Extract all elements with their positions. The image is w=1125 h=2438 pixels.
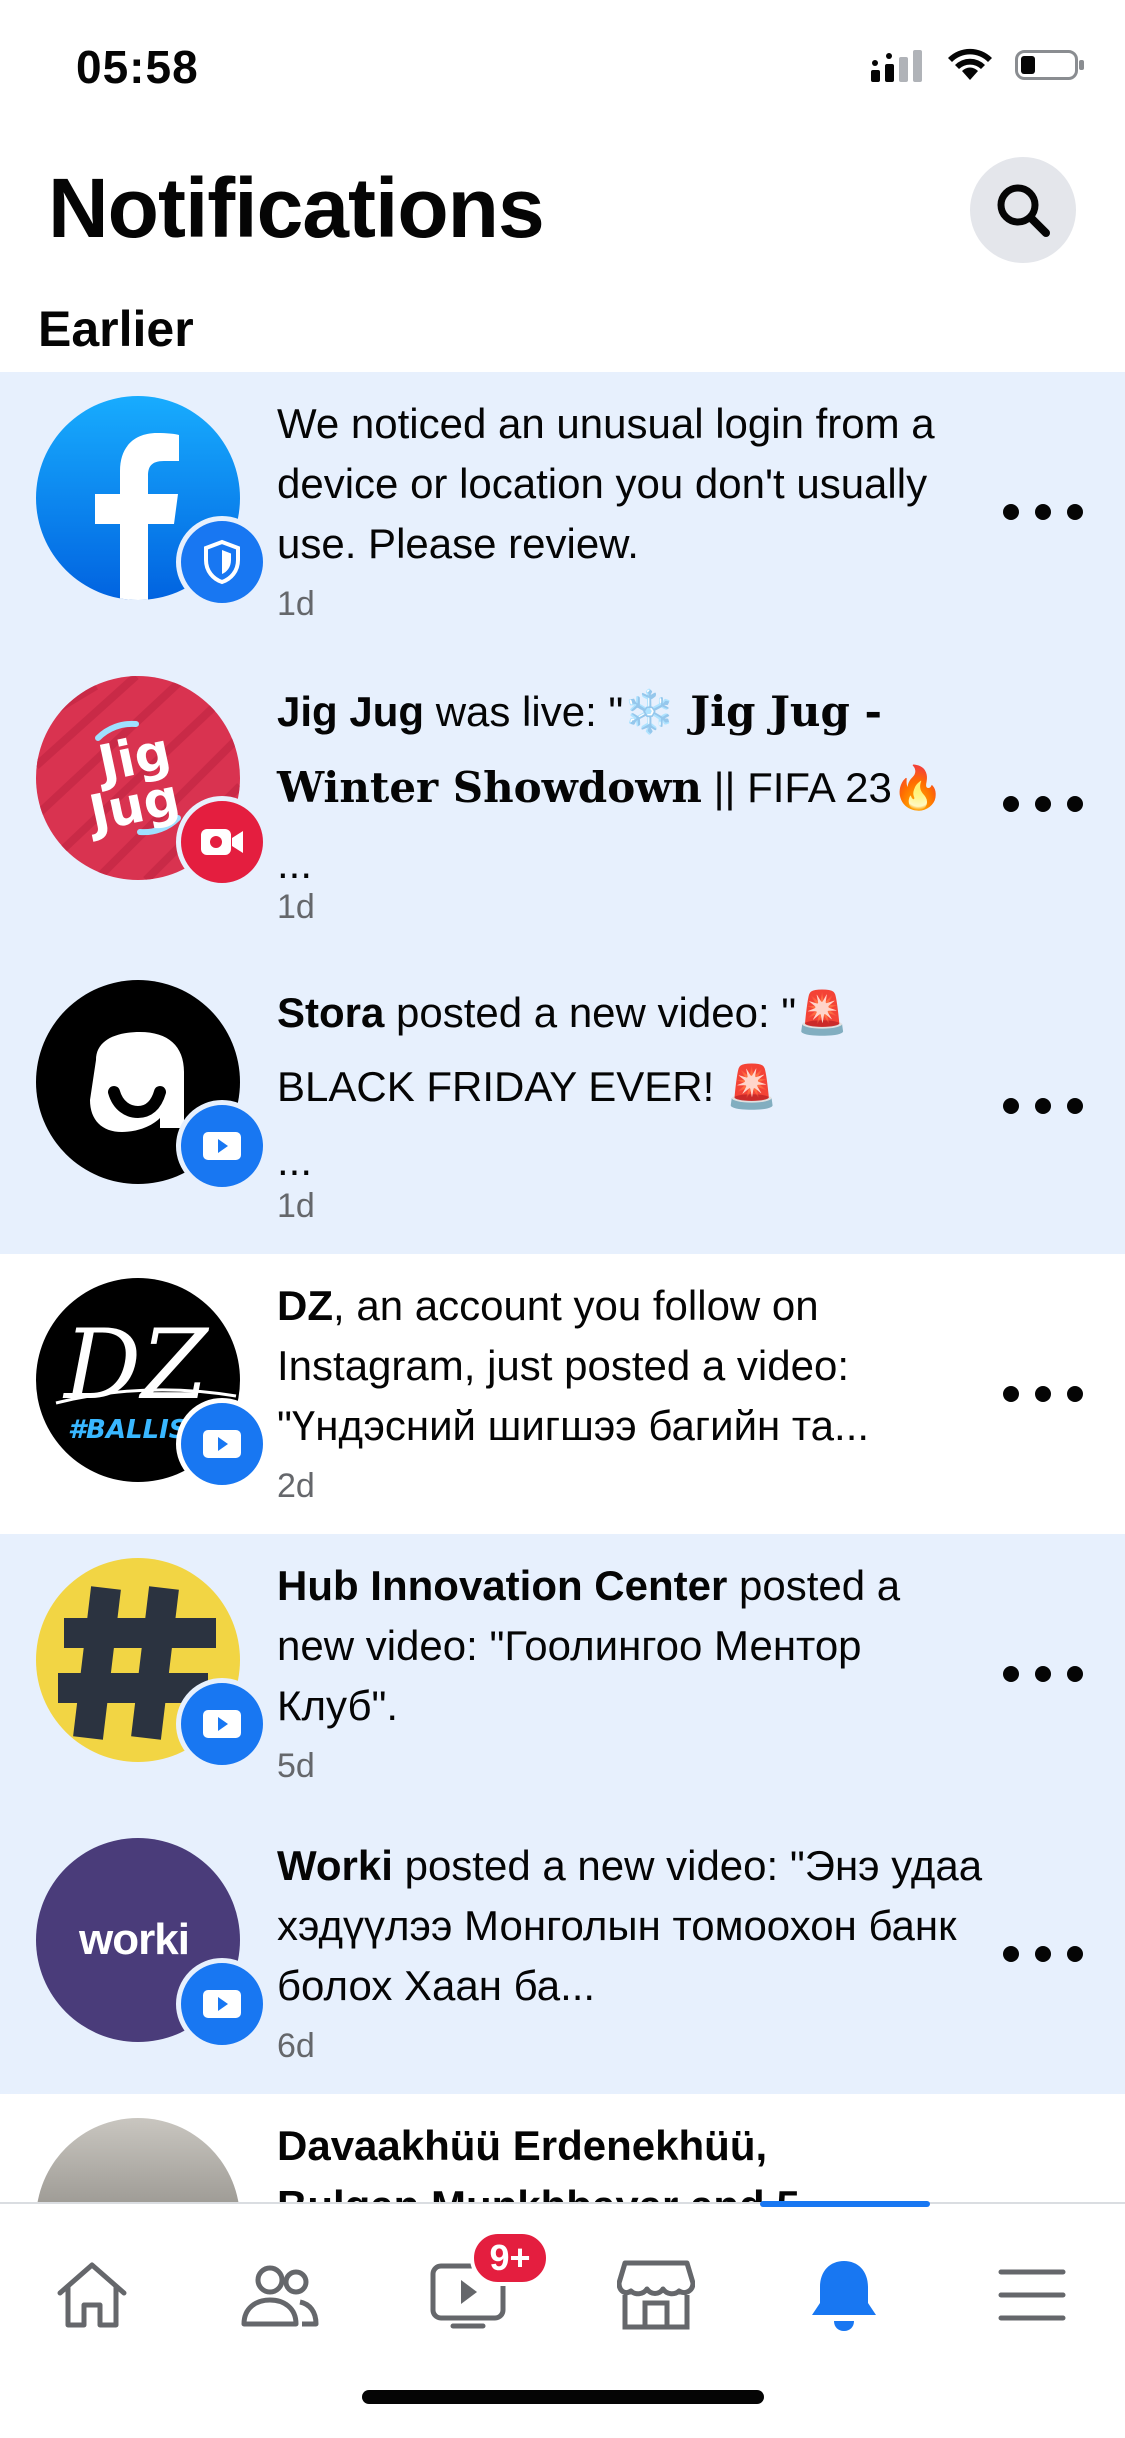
fire-emoji: 🔥 xyxy=(891,764,945,811)
home-icon xyxy=(57,2262,127,2328)
live-video-badge-icon xyxy=(176,796,268,888)
notification-text: Stora posted a new video: "🚨 BLACK FRIDAY… xyxy=(277,989,849,1184)
notification-item[interactable]: worki Worki posted a new video: "Энэ уда… xyxy=(0,1814,1125,2094)
cellular-signal-icon xyxy=(871,50,922,82)
status-bar: 05:58 xyxy=(0,0,1125,140)
notification-time: 1d xyxy=(277,1187,315,1225)
notification-actor: Davaakhüü Erdenekhüü, xyxy=(277,2122,768,2169)
battery-icon xyxy=(1015,50,1084,80)
shield-badge-icon xyxy=(176,516,268,608)
siren-emoji: 🚨 xyxy=(725,1063,779,1110)
tab-marketplace[interactable] xyxy=(596,2240,716,2350)
notification-time: 1d xyxy=(277,888,315,926)
search-button[interactable] xyxy=(970,157,1076,263)
more-options-button[interactable] xyxy=(1003,492,1083,532)
hamburger-menu-icon xyxy=(998,2269,1066,2321)
tab-home[interactable] xyxy=(32,2240,152,2350)
video-badge-icon xyxy=(176,1678,268,1770)
notification-item[interactable]: Davaakhüü Erdenekhüü, Bulgan Munkhbayar … xyxy=(0,2094,1125,2202)
dz-logo: DZ xyxy=(62,1309,210,1421)
home-indicator[interactable] xyxy=(362,2390,764,2404)
siren-emoji: 🚨 xyxy=(796,989,849,1036)
notification-text: Davaakhüü Erdenekhüü, Bulgan Munkhbayar … xyxy=(277,2116,977,2202)
status-icons xyxy=(871,48,1085,82)
status-time: 05:58 xyxy=(76,41,199,93)
more-options-button[interactable] xyxy=(1003,784,1083,824)
more-options-button[interactable] xyxy=(1003,1086,1083,1126)
marketplace-store-icon xyxy=(617,2260,695,2330)
notification-item[interactable]: Stora posted a new video: "🚨 BLACK FRIDAY… xyxy=(0,956,1125,1254)
notification-text: Worki posted a new video: "Энэ удаа хэдү… xyxy=(277,1842,983,2009)
section-label-earlier: Earlier xyxy=(38,301,194,357)
notification-actor: Worki xyxy=(277,1842,393,1889)
notification-time: 1d xyxy=(277,585,315,623)
notification-item[interactable]: We noticed an unusual login from a devic… xyxy=(0,372,1125,652)
notification-time: 5d xyxy=(277,1747,315,1785)
notification-time: 6d xyxy=(277,2027,315,2065)
video-badge-icon xyxy=(176,1958,268,2050)
notification-item[interactable]: DZ #BALLISL DZ, an account you follow on… xyxy=(0,1254,1125,1534)
video-badge-icon xyxy=(176,1100,268,1192)
snowflake-emoji: ❄️ xyxy=(623,688,676,735)
notification-time: 2d xyxy=(277,1467,315,1505)
notification-list[interactable]: We noticed an unusual login from a devic… xyxy=(0,372,1125,2202)
notification-item[interactable]: Hub Innovation Center posted a new video… xyxy=(0,1534,1125,1814)
more-options-button[interactable] xyxy=(1003,1374,1083,1414)
notification-actor: Stora xyxy=(277,989,385,1036)
group-photo-avatar xyxy=(36,2118,240,2202)
watch-notification-badge: 9+ xyxy=(470,2230,550,2286)
tab-friends[interactable] xyxy=(220,2240,340,2350)
notification-actor: Hub Innovation Center xyxy=(277,1562,728,1609)
notification-text: Hub Innovation Center posted a new video… xyxy=(277,1562,901,1729)
video-badge-icon xyxy=(176,1398,268,1490)
friends-icon xyxy=(241,2265,319,2327)
search-icon xyxy=(997,184,1050,237)
tab-notifications[interactable] xyxy=(784,2240,904,2350)
active-tab-indicator xyxy=(760,2201,930,2207)
tab-menu[interactable] xyxy=(972,2240,1092,2350)
notification-actor: Jig Jug xyxy=(277,688,425,735)
notification-text: We noticed an unusual login from a devic… xyxy=(277,400,935,567)
notification-actor: DZ xyxy=(277,1282,333,1329)
notification-item[interactable]: Jig Jug Jig Jug was live: "❄️ Jig Jug - … xyxy=(0,652,1125,956)
wifi-icon xyxy=(948,48,992,80)
notification-text: Jig Jug was live: "❄️ Jig Jug - Winter S… xyxy=(277,687,945,887)
notification-text: DZ, an account you follow on Instagram, … xyxy=(277,1282,870,1449)
svg-text:Jug: Jug xyxy=(81,768,184,844)
worki-logo: worki xyxy=(79,1915,190,1964)
bell-icon xyxy=(812,2261,876,2331)
more-options-button[interactable] xyxy=(1003,1654,1083,1694)
page-title: Notifications xyxy=(48,161,545,255)
more-options-button[interactable] xyxy=(1003,1934,1083,1974)
